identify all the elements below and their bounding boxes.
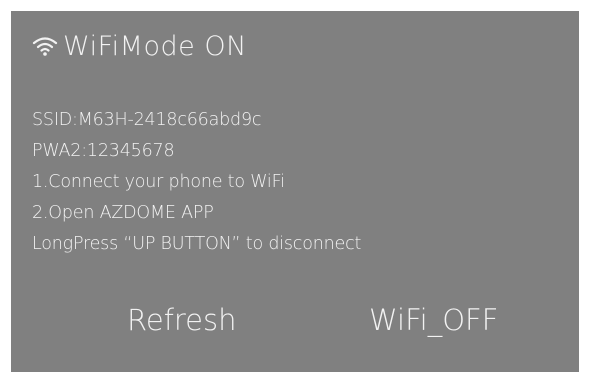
header: WiFiMode ON [31,29,247,63]
ssid-text: SSID:M63H-2418c66abd9c [32,110,262,130]
wifi-off-button[interactable]: WiFi_OFF [369,303,498,337]
device-screen: WiFiMode ON SSID:M63H-2418c66abd9c PWA2:… [11,11,579,372]
refresh-button[interactable]: Refresh [127,303,237,337]
wifi-icon [31,35,59,57]
password-text: PWA2:12345678 [32,141,175,161]
info-panel: SSID:M63H-2418c66abd9c PWA2:12345678 1.C… [32,105,361,260]
disconnect-hint: LongPress “UP BUTTON” to disconnect [32,234,362,254]
instruction-step-2: 2.Open AZDOME APP [32,203,214,223]
instruction-step-1: 1.Connect your phone to WiFi [32,172,285,192]
page-title: WiFiMode ON [63,30,247,62]
